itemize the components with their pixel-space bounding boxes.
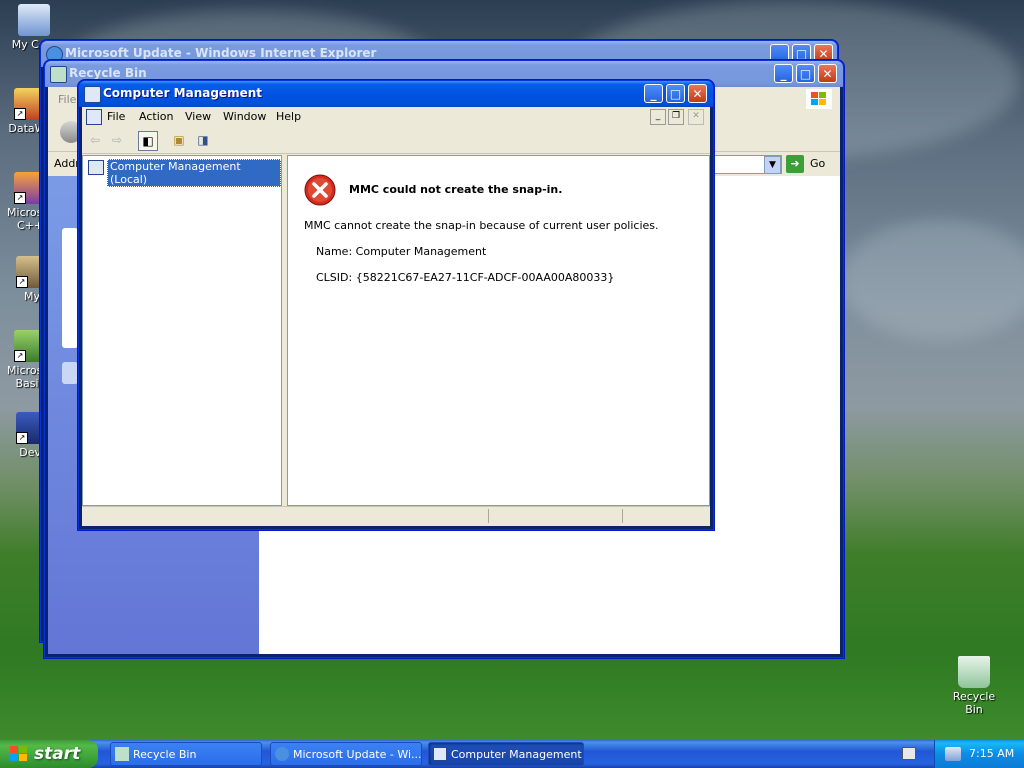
mmc-titlebar[interactable]: Computer Management _ □ ✕ <box>79 81 713 107</box>
console-icon <box>86 109 102 125</box>
go-button[interactable]: Go <box>810 157 825 170</box>
close-button[interactable]: ✕ <box>688 84 707 103</box>
recycle-bin-icon <box>115 747 129 761</box>
start-label: start <box>34 744 81 764</box>
child-restore-button[interactable]: ❐ <box>668 109 684 125</box>
error-heading: MMC could not create the snap-in. <box>349 183 563 196</box>
close-button[interactable]: ✕ <box>818 64 837 83</box>
computer-management-icon <box>88 160 104 175</box>
windows-logo-icon <box>806 89 832 109</box>
error-description: MMC cannot create the snap-in because of… <box>304 219 659 232</box>
menu-view[interactable]: View <box>185 110 211 123</box>
tree-item-computer-management[interactable]: Computer Management (Local) <box>107 159 281 187</box>
shortcut-arrow-icon: ↗ <box>14 350 26 362</box>
taskbar-button-ie[interactable]: Microsoft Update - Wi... <box>270 742 422 766</box>
status-divider <box>488 509 489 523</box>
desktop-icon-label: Recycle Bin <box>952 690 996 716</box>
mmc-window[interactable]: Computer Management _ □ ✕ File Action Vi… <box>78 80 714 530</box>
forward-arrow-icon[interactable]: ⇨ <box>108 131 126 149</box>
recycle-title: Recycle Bin <box>69 66 147 80</box>
clock[interactable]: 7:15 AM <box>969 747 1014 760</box>
taskbar: start Recycle Bin Microsoft Update - Wi.… <box>0 740 1024 768</box>
start-button[interactable]: start <box>0 740 98 768</box>
mmc-statusbar <box>82 506 710 526</box>
minimize-button[interactable]: _ <box>774 64 793 83</box>
action-pane-icon[interactable]: ◨ <box>194 131 212 149</box>
error-name: Name: Computer Management <box>316 245 487 258</box>
menu-action[interactable]: Action <box>139 110 173 123</box>
shortcut-arrow-icon: ↗ <box>16 276 28 288</box>
taskbar-button-label: Computer Management <box>451 748 582 761</box>
taskbar-button-computer-management[interactable]: Computer Management <box>428 742 584 766</box>
task-panel-header <box>62 362 78 384</box>
mmc-title: Computer Management <box>103 86 262 100</box>
console-tree[interactable]: Computer Management (Local) <box>82 155 282 506</box>
desktop: My Com ↗ DataWa ↗ Microsof C++ ↗ My ↗ Mi… <box>0 0 1024 740</box>
error-icon <box>304 174 336 206</box>
computer-management-icon <box>84 86 101 103</box>
keyboard-icon[interactable] <box>902 747 916 760</box>
network-icon[interactable] <box>945 747 961 761</box>
shortcut-arrow-icon: ↗ <box>14 108 26 120</box>
error-clsid: CLSID: {58221C67-EA27-11CF-ADCF-00AA00A8… <box>316 271 615 284</box>
back-arrow-icon[interactable]: ⇦ <box>86 131 104 149</box>
system-tray: 7:15 AM <box>934 740 1024 768</box>
result-pane: MMC could not create the snap-in. MMC ca… <box>287 155 710 506</box>
computer-icon <box>18 4 50 36</box>
menu-file[interactable]: File <box>58 93 76 106</box>
taskbar-button-recycle-bin[interactable]: Recycle Bin <box>110 742 262 766</box>
recycle-bin-icon <box>50 66 67 83</box>
help-properties-icon[interactable]: ▣ <box>170 131 188 149</box>
taskbar-button-label: Microsoft Update - Wi... <box>293 748 422 761</box>
menu-window[interactable]: Window <box>223 110 266 123</box>
maximize-button[interactable]: □ <box>666 84 685 103</box>
task-panel <box>62 228 78 348</box>
desktop-icon-recycle-bin[interactable]: Recycle Bin <box>944 656 1004 716</box>
shortcut-arrow-icon: ↗ <box>16 432 28 444</box>
go-arrow-icon[interactable]: ➜ <box>786 155 804 173</box>
recycle-bin-icon <box>958 656 990 688</box>
windows-flag-icon <box>10 746 28 762</box>
taskbar-button-label: Recycle Bin <box>133 748 197 761</box>
show-hide-tree-icon[interactable]: ◧ <box>138 131 158 151</box>
mmc-menubar: File Action View Window Help _ ❐ ✕ <box>82 107 710 128</box>
child-close-button[interactable]: ✕ <box>688 109 704 125</box>
chevron-down-icon[interactable]: ▼ <box>764 156 781 174</box>
status-divider <box>622 509 623 523</box>
mmc-body: File Action View Window Help _ ❐ ✕ ⇦ ⇨ ◧… <box>82 107 710 526</box>
minimize-button[interactable]: _ <box>644 84 663 103</box>
child-minimize-button[interactable]: _ <box>650 109 666 125</box>
ie-icon <box>275 747 289 761</box>
menu-file[interactable]: File <box>107 110 125 123</box>
ie-title: Microsoft Update - Windows Internet Expl… <box>65 46 377 60</box>
menu-help[interactable]: Help <box>276 110 301 123</box>
cloud <box>840 220 1024 340</box>
shortcut-arrow-icon: ↗ <box>14 192 26 204</box>
maximize-button[interactable]: □ <box>796 64 815 83</box>
address-label: Addr <box>54 157 80 170</box>
mmc-toolbar: ⇦ ⇨ ◧ ▣ ◨ <box>82 127 710 154</box>
computer-management-icon <box>433 747 447 761</box>
